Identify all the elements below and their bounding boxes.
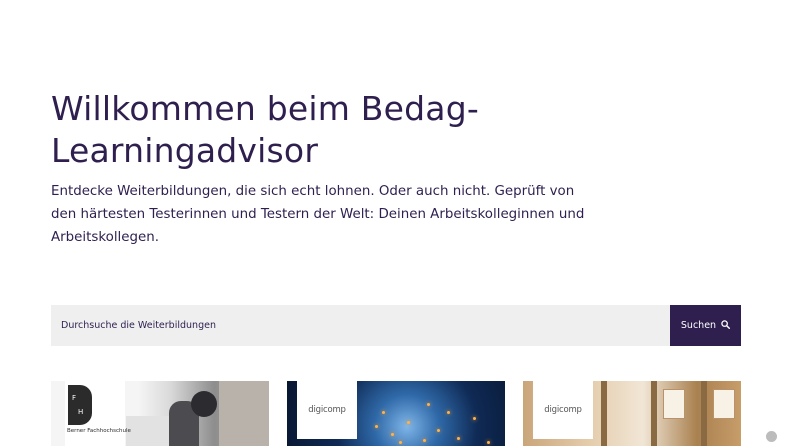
course-card[interactable]: digicomp — [523, 381, 741, 446]
fh-logo-mark: F H — [68, 385, 92, 425]
card-image-part — [601, 381, 607, 446]
card-image-part — [663, 389, 685, 419]
digicomp-logo: digicomp — [533, 381, 593, 439]
card-image-part — [701, 381, 707, 446]
page-title: Willkommen beim Bedag-Learningadvisor — [51, 89, 479, 170]
scroll-to-top-button[interactable] — [766, 431, 777, 442]
search-input[interactable] — [51, 305, 670, 346]
digicomp-logo: digicomp — [297, 381, 357, 439]
course-card[interactable]: F H Berner Fachhochschule — [51, 381, 269, 446]
search-button-label: Suchen — [680, 320, 717, 331]
provider-name: digicomp — [308, 405, 346, 415]
fh-logo-letter-h: H — [78, 408, 84, 416]
search-button[interactable]: Suchen — [670, 305, 741, 346]
provider-name: digicomp — [544, 405, 582, 415]
course-card[interactable]: digicomp — [287, 381, 505, 446]
search-icon — [721, 319, 731, 332]
fh-logo-letter-f: F — [72, 394, 77, 402]
page-subtitle: Entdecke Weiterbildungen, die sich echt … — [51, 184, 585, 245]
card-image-part — [713, 389, 735, 419]
card-image-part — [191, 391, 217, 417]
card-image-part — [219, 381, 269, 446]
card-image-part — [651, 381, 657, 446]
fh-logo: F H Berner Fachhochschule — [65, 381, 131, 446]
provider-name: Berner Fachhochschule — [67, 428, 131, 434]
page: Willkommen beim Bedag-Learningadvisor En… — [0, 0, 792, 446]
search-bar: Suchen — [51, 305, 741, 346]
